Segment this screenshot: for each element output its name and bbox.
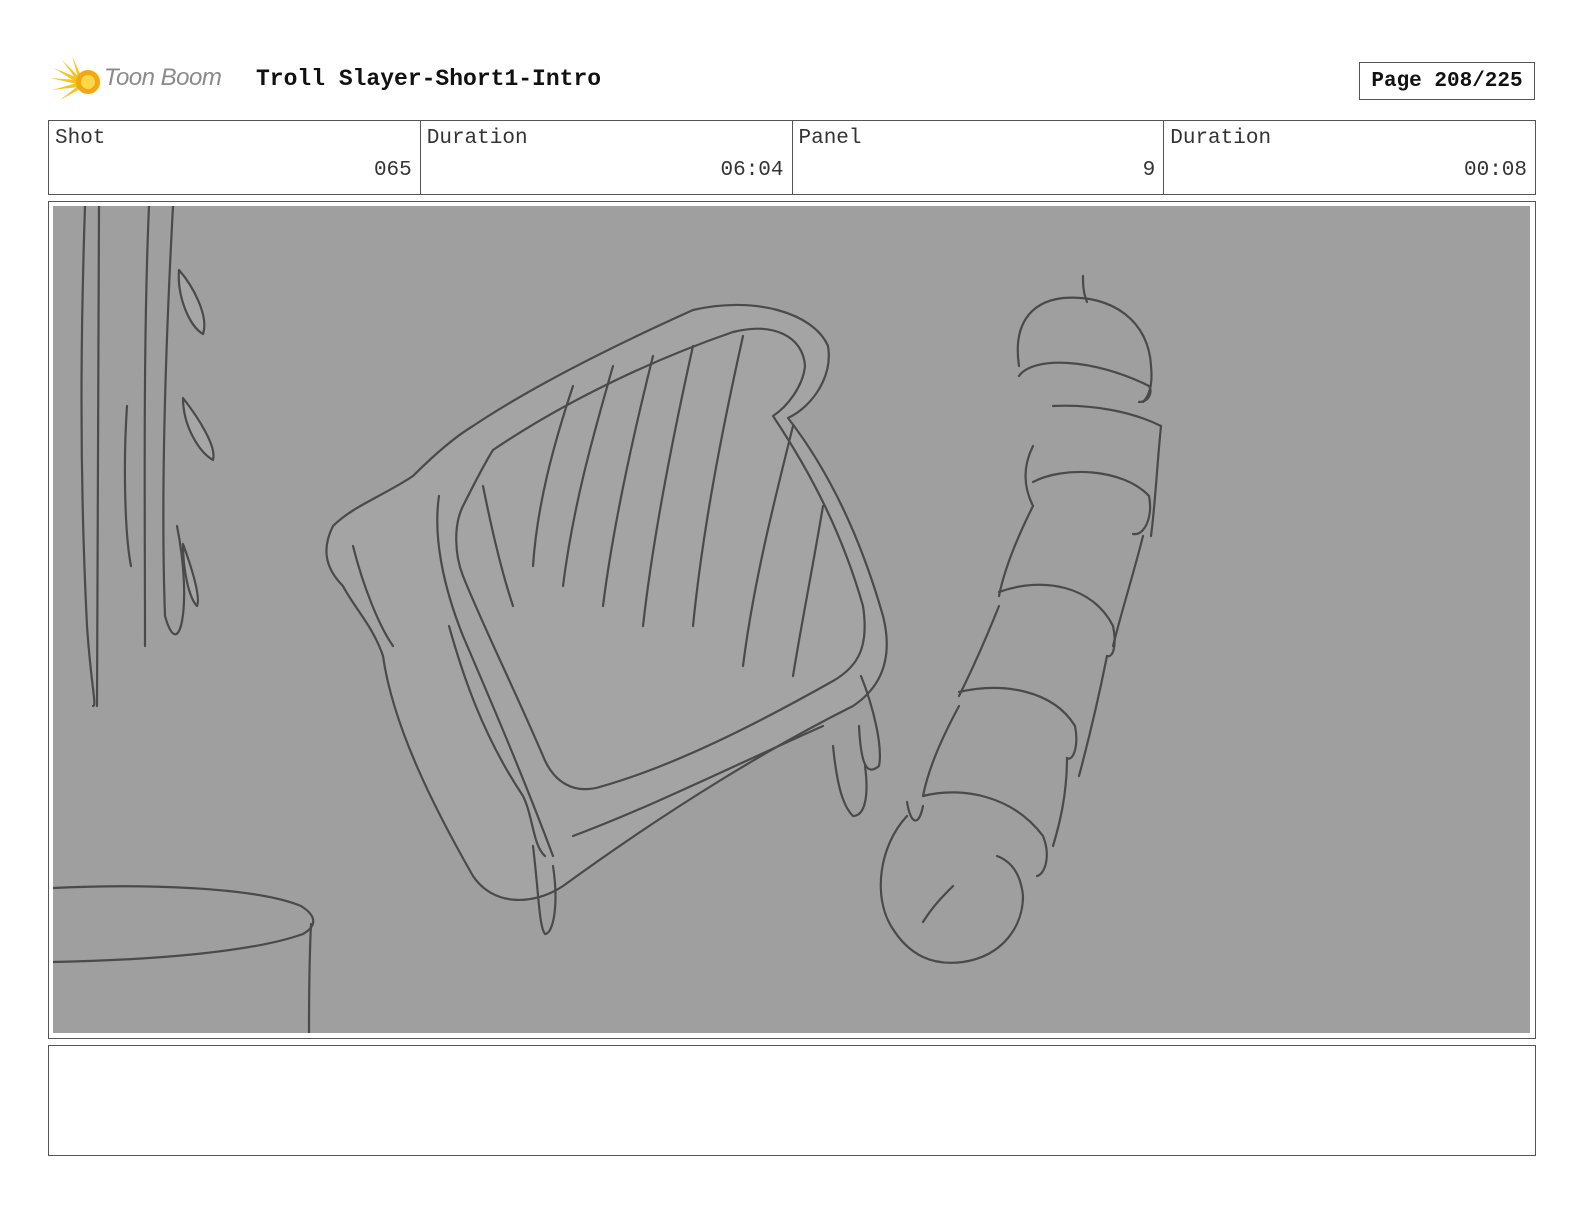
shot-duration-cell: Duration 06:04 xyxy=(421,121,793,194)
storyboard-sketch xyxy=(53,206,1530,1033)
panel-duration-cell: Duration 00:08 xyxy=(1164,121,1535,194)
panel-value: 9 xyxy=(1142,159,1156,182)
shot-value: 065 xyxy=(373,159,412,182)
shot-info-table: Shot 065 Duration 06:04 Panel 9 Duration… xyxy=(48,120,1536,195)
shot-cell: Shot 065 xyxy=(49,121,421,194)
segmented-object-sketch xyxy=(879,274,1163,964)
panel-duration-label: Duration xyxy=(1170,127,1272,150)
shot-label: Shot xyxy=(55,127,106,150)
panel-notes-box xyxy=(48,1045,1536,1156)
logo-text: Toon Boom xyxy=(104,64,222,91)
document-title: Troll Slayer-Short1-Intro xyxy=(256,66,602,92)
shot-duration-label: Duration xyxy=(426,127,528,150)
shot-duration-value: 06:04 xyxy=(720,159,784,182)
dripping-stalks-sketch xyxy=(80,206,215,708)
toon-boom-logo: Toon Boom xyxy=(50,56,240,106)
bread-slice-sketch xyxy=(325,303,888,936)
cylinder-rim-sketch xyxy=(53,885,315,1033)
storyboard-panel-frame xyxy=(48,201,1536,1039)
sketch-drawing xyxy=(53,206,1163,1033)
panel-duration-value: 00:08 xyxy=(1463,159,1527,182)
panel-label: Panel xyxy=(798,127,862,150)
sunburst-logo-icon xyxy=(50,56,100,100)
panel-cell: Panel 9 xyxy=(793,121,1165,194)
page-indicator: Page 208/225 xyxy=(1359,62,1535,100)
